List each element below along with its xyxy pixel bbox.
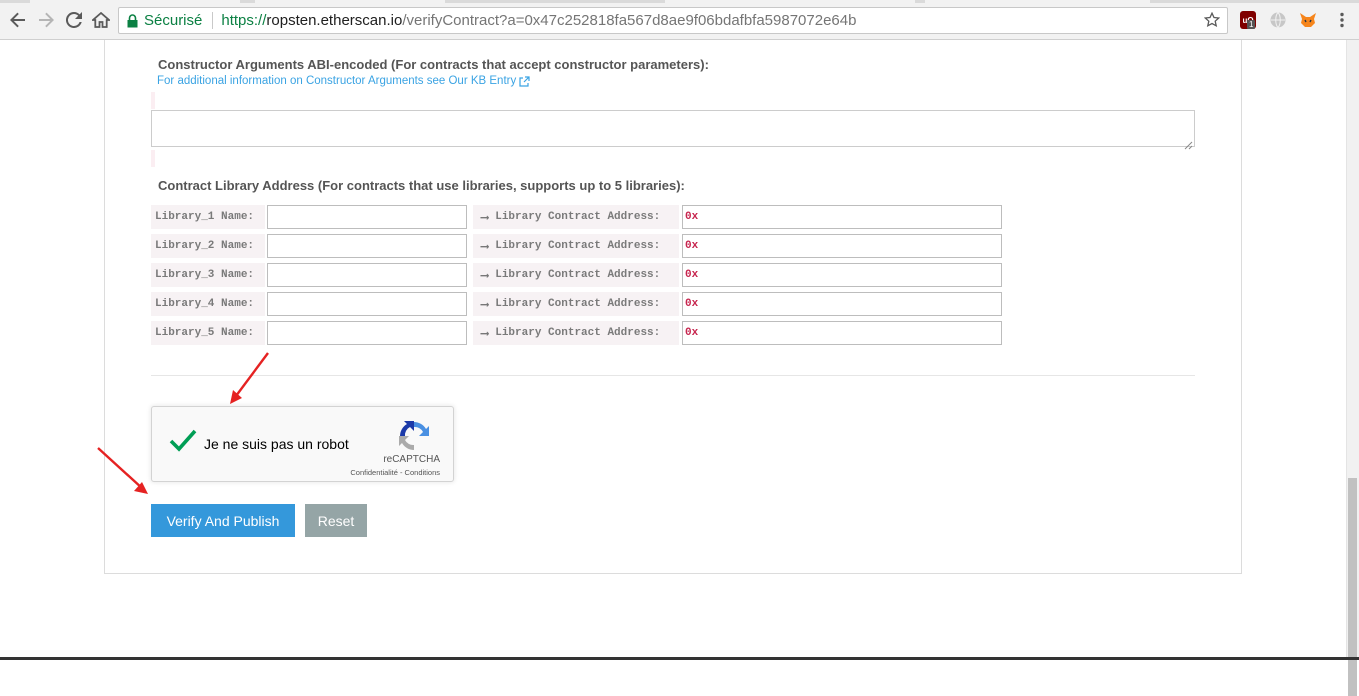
back-arrow-icon bbox=[10, 12, 25, 28]
textarea-decoration bbox=[151, 92, 155, 109]
recaptcha-brand: reCAPTCHA bbox=[383, 454, 440, 465]
library-address-label-text: Library Contract Address: bbox=[495, 269, 661, 281]
right-arrow-icon: ⟶ bbox=[481, 297, 489, 312]
library-address-label-text: Library Contract Address: bbox=[495, 240, 661, 252]
section-divider bbox=[151, 375, 1195, 376]
recaptcha-privacy-links[interactable]: Confidentialité - Conditions bbox=[350, 468, 440, 477]
kb-link-text[interactable]: For additional information on Constructo… bbox=[157, 75, 516, 87]
browser-menu-button[interactable] bbox=[1332, 10, 1352, 30]
recaptcha-logo-icon bbox=[397, 419, 431, 458]
globe-extension-icon[interactable] bbox=[1268, 10, 1288, 30]
library-address-label-text: Library Contract Address: bbox=[495, 298, 661, 310]
library-name-label: Library_1 Name: bbox=[151, 205, 265, 229]
library-name-label: Library_5 Name: bbox=[151, 321, 265, 345]
library-address-label: ⟶ Library Contract Address: bbox=[473, 205, 679, 229]
right-arrow-icon: ⟶ bbox=[481, 268, 489, 283]
constructor-args-textarea[interactable] bbox=[151, 110, 1195, 147]
library-row: Library_1 Name: ⟶ Library Contract Addres… bbox=[151, 205, 1002, 229]
library-address-title: Contract Library Address (For contracts … bbox=[158, 178, 685, 193]
home-button[interactable] bbox=[90, 9, 112, 31]
forward-arrow-icon bbox=[39, 12, 54, 28]
address-separator bbox=[212, 12, 214, 29]
library-address-input[interactable]: 0x bbox=[682, 234, 1002, 258]
library-name-label: Library_4 Name: bbox=[151, 292, 265, 316]
library-address-label: ⟶ Library Contract Address: bbox=[473, 292, 679, 316]
library-name-input[interactable] bbox=[267, 292, 467, 316]
library-name-input[interactable] bbox=[267, 205, 467, 229]
library-address-label: ⟶ Library Contract Address: bbox=[473, 263, 679, 287]
metamask-fox-icon[interactable] bbox=[1298, 10, 1318, 30]
library-address-input[interactable]: 0x bbox=[682, 321, 1002, 345]
library-row: Library_3 Name: ⟶ Library Contract Addres… bbox=[151, 263, 1002, 287]
tab-strip bbox=[0, 0, 1359, 3]
reset-button[interactable]: Reset bbox=[305, 504, 367, 537]
right-arrow-icon: ⟶ bbox=[481, 239, 489, 254]
annotation-arrow-icon bbox=[230, 352, 269, 404]
external-link-icon bbox=[519, 75, 530, 87]
home-icon bbox=[92, 12, 110, 28]
resize-grip-icon[interactable] bbox=[1184, 137, 1358, 659]
annotation-arrow-icon bbox=[97, 447, 148, 494]
library-address-input[interactable]: 0x bbox=[682, 205, 1002, 229]
scrollbar-thumb[interactable] bbox=[1348, 478, 1357, 696]
library-name-label: Library_2 Name: bbox=[151, 234, 265, 258]
library-address-label-text: Library Contract Address: bbox=[495, 211, 661, 223]
library-address-label-text: Library Contract Address: bbox=[495, 327, 661, 339]
url-scheme: https:// bbox=[221, 12, 267, 29]
address-bar[interactable]: Sécurisé https://ropsten.etherscan.io/ve… bbox=[118, 7, 1228, 34]
right-arrow-icon: ⟶ bbox=[481, 326, 489, 341]
recaptcha-checkbox[interactable] bbox=[168, 427, 198, 458]
library-name-input[interactable] bbox=[267, 263, 467, 287]
library-address-label: ⟶ Library Contract Address: bbox=[473, 234, 679, 258]
library-address-input[interactable]: 0x bbox=[682, 292, 1002, 316]
bookmark-star-icon[interactable] bbox=[1203, 11, 1221, 32]
lock-icon[interactable] bbox=[127, 13, 138, 28]
url-path: /verifyContract?a=0x47c252818fa567d8ae9f… bbox=[402, 12, 857, 29]
recaptcha-label[interactable]: Je ne suis pas un robot bbox=[204, 436, 349, 452]
library-address-input[interactable]: 0x bbox=[682, 263, 1002, 287]
library-name-input[interactable] bbox=[267, 321, 467, 345]
browser-tab[interactable] bbox=[665, 0, 915, 3]
right-arrow-icon: ⟶ bbox=[481, 210, 489, 225]
library-row: Library_5 Name: ⟶ Library Contract Addres… bbox=[151, 321, 1002, 345]
reload-button[interactable] bbox=[63, 9, 85, 31]
constructor-args-title: Constructor Arguments ABI-encoded (For c… bbox=[158, 57, 709, 72]
library-row: Library_2 Name: ⟶ Library Contract Addres… bbox=[151, 234, 1002, 258]
library-row: Library_4 Name: ⟶ Library Contract Addres… bbox=[151, 292, 1002, 316]
library-address-label: ⟶ Library Contract Address: bbox=[473, 321, 679, 345]
browser-tab[interactable] bbox=[30, 0, 240, 3]
back-button[interactable] bbox=[7, 9, 29, 31]
forward-button[interactable] bbox=[35, 9, 57, 31]
browser-toolbar: Sécurisé https://ropsten.etherscan.io/ve… bbox=[0, 0, 1359, 40]
textarea-decoration bbox=[151, 150, 155, 167]
verify-and-publish-button[interactable]: Verify And Publish bbox=[151, 504, 295, 537]
recaptcha-widget: Je ne suis pas un robot reCAPTCHA Confid… bbox=[151, 406, 454, 482]
secure-label[interactable]: Sécurisé bbox=[144, 12, 202, 29]
ublock-extension-icon[interactable]: uO 1 bbox=[1238, 10, 1258, 30]
browser-tab[interactable] bbox=[925, 0, 1150, 3]
kebab-menu-icon bbox=[1340, 12, 1344, 28]
ublock-count-badge: 1 bbox=[1247, 20, 1256, 29]
library-name-label: Library_3 Name: bbox=[151, 263, 265, 287]
constructor-kb-link[interactable]: For additional information on Constructo… bbox=[157, 75, 530, 87]
reload-icon bbox=[66, 12, 82, 28]
url-host: ropsten.etherscan.io bbox=[266, 12, 403, 29]
page-scrollbar[interactable] bbox=[1346, 40, 1359, 696]
url-text[interactable]: https://ropsten.etherscan.io/verifyContr… bbox=[221, 12, 856, 29]
checkmark-icon bbox=[169, 429, 197, 452]
browser-tab[interactable] bbox=[255, 0, 445, 3]
library-name-input[interactable] bbox=[267, 234, 467, 258]
